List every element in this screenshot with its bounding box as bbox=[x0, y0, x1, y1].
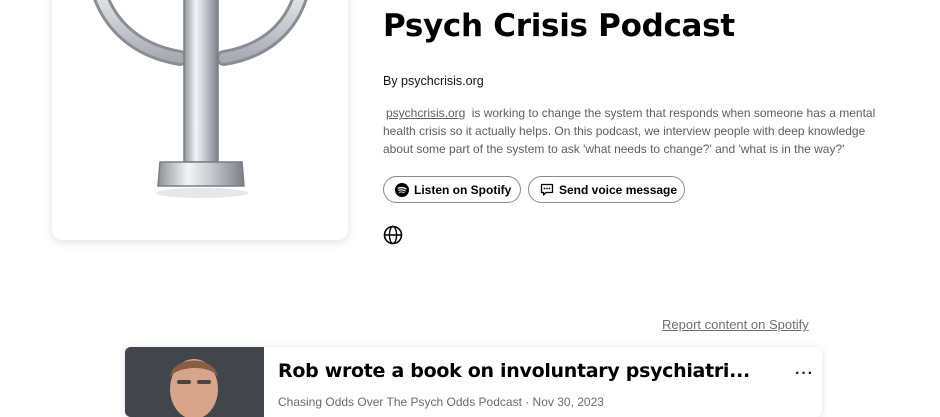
message-icon bbox=[540, 183, 554, 197]
episode-card[interactable]: Rob wrote a book on involuntary psychiat… bbox=[125, 347, 822, 417]
episode-thumbnail bbox=[125, 347, 264, 417]
listen-on-spotify-button[interactable]: Listen on Spotify bbox=[383, 176, 521, 203]
episode-meta: Chasing Odds Over The Psych Odds Podcast… bbox=[278, 395, 604, 409]
podcast-byline: By psychcrisis.org bbox=[383, 74, 484, 88]
more-icon[interactable]: ··· bbox=[795, 365, 814, 383]
episode-title[interactable]: Rob wrote a book on involuntary psychiat… bbox=[278, 360, 778, 382]
podcast-description: psychcrisis.org is working to change the… bbox=[383, 104, 888, 158]
podcast-cover bbox=[52, 0, 348, 240]
listen-on-spotify-label: Listen on Spotify bbox=[414, 182, 512, 197]
send-voice-message-label: Send voice message bbox=[559, 182, 678, 197]
description-website-link[interactable]: psychcrisis.org bbox=[383, 106, 468, 120]
report-content-link[interactable]: Report content on Spotify bbox=[662, 317, 809, 332]
podcast-title: Psych Crisis Podcast bbox=[383, 8, 735, 44]
spotify-icon bbox=[395, 182, 409, 197]
send-voice-message-button[interactable]: Send voice message bbox=[528, 176, 685, 203]
globe-icon[interactable] bbox=[383, 225, 403, 245]
psi-symbol-icon bbox=[93, 0, 308, 198]
